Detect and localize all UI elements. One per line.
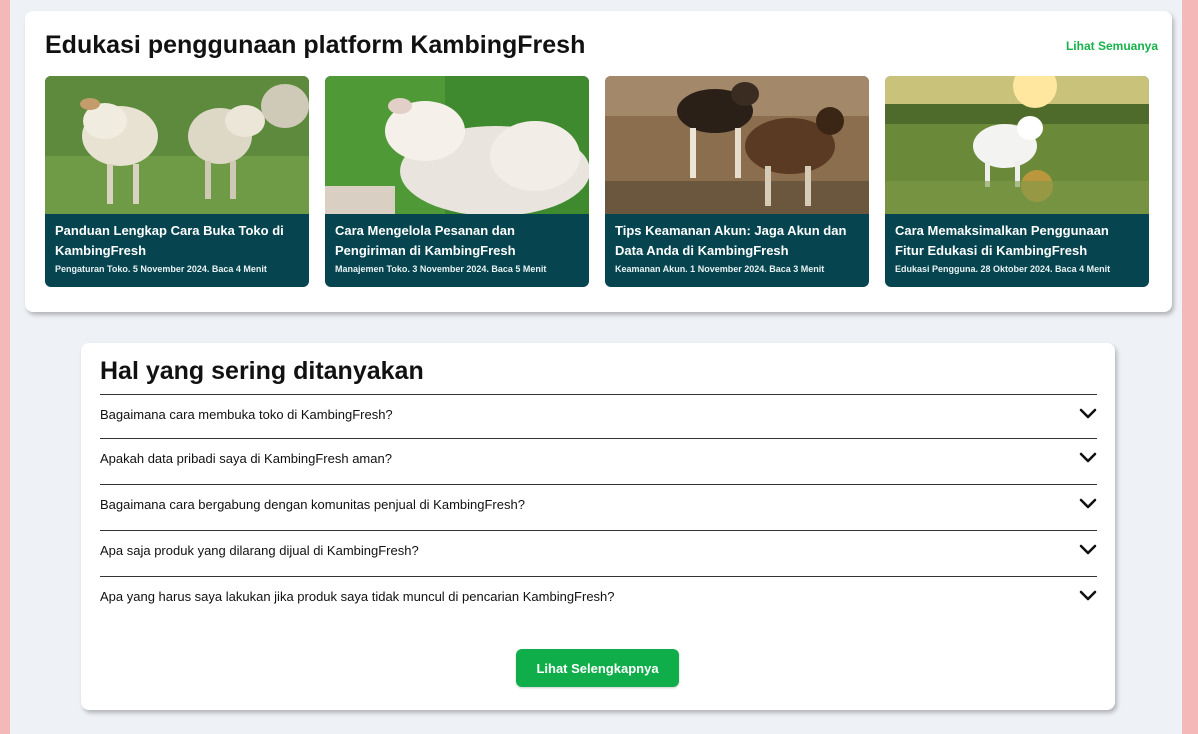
sleeping-kid-goat-image bbox=[325, 76, 589, 214]
article-meta: Keamanan Akun. 1 November 2024. Baca 3 M… bbox=[615, 264, 825, 274]
see-more-button[interactable]: Lihat Selengkapnya bbox=[516, 649, 679, 687]
article-title: Panduan Lengkap Cara Buka Toko di Kambin… bbox=[55, 223, 284, 258]
faq-item[interactable]: Apakah data pribadi saya di KambingFresh… bbox=[100, 438, 1097, 484]
faq-item[interactable]: Bagaimana cara membuka toko di KambingFr… bbox=[100, 394, 1097, 438]
article-meta: Edukasi Pengguna. 28 Oktober 2024. Baca … bbox=[895, 264, 1111, 274]
faq-question: Apakah data pribadi saya di KambingFresh… bbox=[100, 451, 392, 466]
article-list: Panduan Lengkap Cara Buka Toko di Kambin… bbox=[45, 76, 1149, 287]
faq-section: Hal yang sering ditanyakan Bagaimana car… bbox=[81, 343, 1115, 710]
two-kid-goats-image bbox=[605, 76, 869, 214]
chevron-down-icon[interactable] bbox=[1079, 587, 1097, 605]
faq-question: Apa yang harus saya lakukan jika produk … bbox=[100, 589, 615, 604]
article-card[interactable]: Tips Keamanan Akun: Jaga Akun dan Data A… bbox=[605, 76, 869, 287]
faq-list: Bagaimana cara membuka toko di KambingFr… bbox=[100, 394, 1097, 622]
article-title: Tips Keamanan Akun: Jaga Akun dan Data A… bbox=[615, 223, 847, 258]
see-all-link[interactable]: Lihat Semuanya bbox=[1066, 39, 1158, 53]
faq-item[interactable]: Apa yang harus saya lakukan jika produk … bbox=[100, 576, 1097, 622]
article-card[interactable]: Cara Mengelola Pesanan dan Pengiriman di… bbox=[325, 76, 589, 287]
faq-question: Bagaimana cara membuka toko di KambingFr… bbox=[100, 407, 393, 422]
education-title: Edukasi penggunaan platform KambingFresh bbox=[45, 31, 586, 59]
article-meta: Manajemen Toko. 3 November 2024. Baca 5 … bbox=[335, 264, 547, 274]
goats-in-grass-image bbox=[45, 76, 309, 214]
article-card[interactable]: Cara Memaksimalkan Penggunaan Fitur Eduk… bbox=[885, 76, 1149, 287]
chevron-down-icon[interactable] bbox=[1079, 449, 1097, 467]
faq-item[interactable]: Bagaimana cara bergabung dengan komunita… bbox=[100, 484, 1097, 530]
page-background: Edukasi penggunaan platform KambingFresh… bbox=[10, 0, 1182, 734]
article-title: Cara Mengelola Pesanan dan Pengiriman di… bbox=[335, 223, 516, 258]
goat-in-meadow-image bbox=[885, 76, 1149, 214]
article-meta: Pengaturan Toko. 5 November 2024. Baca 4… bbox=[55, 264, 267, 274]
article-title: Cara Memaksimalkan Penggunaan Fitur Eduk… bbox=[895, 223, 1109, 258]
faq-title: Hal yang sering ditanyakan bbox=[100, 357, 424, 385]
chevron-down-icon[interactable] bbox=[1079, 541, 1097, 559]
article-card[interactable]: Panduan Lengkap Cara Buka Toko di Kambin… bbox=[45, 76, 309, 287]
chevron-down-icon[interactable] bbox=[1079, 495, 1097, 513]
faq-question: Apa saja produk yang dilarang dijual di … bbox=[100, 543, 419, 558]
chevron-down-icon[interactable] bbox=[1079, 405, 1097, 423]
faq-question: Bagaimana cara bergabung dengan komunita… bbox=[100, 497, 525, 512]
faq-item[interactable]: Apa saja produk yang dilarang dijual di … bbox=[100, 530, 1097, 576]
education-section: Edukasi penggunaan platform KambingFresh… bbox=[25, 11, 1172, 312]
